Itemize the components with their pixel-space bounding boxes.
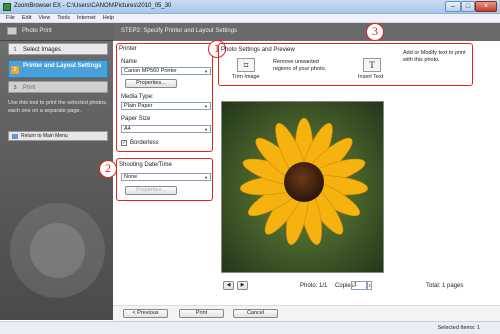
shooting-date-title: Shooting Date/Time (119, 162, 172, 168)
printer-name-select[interactable]: Canon MP560 Printer ▼ (121, 67, 211, 75)
minimize-button[interactable]: – (445, 1, 461, 12)
borderless-checkbox[interactable]: ✓ (121, 140, 127, 146)
step-print[interactable]: 3 Print (8, 81, 108, 93)
menu-bar: File Edit View Tools Internet Help (0, 14, 500, 23)
callout-2: 2 (99, 160, 117, 178)
photo-preview (221, 101, 384, 273)
media-type-select[interactable]: Plain Paper ▼ (121, 102, 211, 110)
previous-photo-button[interactable]: ◀ (223, 281, 234, 290)
close-button[interactable]: × (475, 1, 497, 12)
menu-internet[interactable]: Internet (77, 15, 96, 21)
return-icon (12, 134, 18, 139)
menu-help[interactable]: Help (103, 15, 114, 21)
trim-image-label[interactable]: Trim Image (232, 74, 260, 80)
return-label: Return to Main Menu (21, 133, 68, 139)
app-icon (3, 3, 11, 11)
chevron-down-icon: ▼ (204, 104, 208, 109)
sidebar-description: Use this tool to print the selected phot… (8, 100, 108, 114)
trim-image-description: Remove unwanted regions of your photo. (273, 59, 327, 72)
step-label: Select Images (23, 47, 62, 53)
decorative-circle (30, 223, 85, 278)
next-photo-button[interactable]: ▶ (237, 281, 248, 290)
content-area: Printer Name Canon MP560 Printer ▼ Prope… (99, 23, 500, 320)
sunflower-photo (222, 102, 383, 272)
chevron-down-icon: ▼ (204, 175, 208, 180)
printer-name-value: Canon MP560 Printer (124, 68, 177, 74)
media-type-label: Media Type: (121, 94, 154, 100)
step-label: Print (23, 85, 36, 91)
maximize-button[interactable]: □ (461, 1, 475, 12)
wizard-buttons-bar: < Previous Print Cancel (113, 305, 500, 321)
chevron-down-icon: ▼ (204, 69, 208, 74)
chevron-down-icon: ▼ (204, 127, 208, 132)
photo-settings-title: Photo Settings and Preview (221, 47, 295, 53)
status-bar: Selected Items: 1 (0, 321, 500, 334)
photo-counter: Photo: 1/1 (300, 283, 328, 289)
insert-text-label[interactable]: Insert Text (358, 74, 383, 80)
step-header-title: STEP2: Specify Printer and Layout Settin… (121, 28, 238, 34)
trim-image-icon[interactable]: ⌗ (237, 58, 255, 72)
sidebar-title: Photo Print (22, 28, 52, 34)
printer-name-label: Name (121, 59, 138, 65)
media-type-value: Plain Paper (124, 103, 153, 109)
step-label: Printer and Layout Settings (23, 63, 102, 69)
menu-view[interactable]: View (38, 15, 50, 21)
insert-text-icon[interactable]: T (363, 58, 381, 72)
sidebar: Photo Print 1 Select Images 2 Printer an… (0, 23, 113, 320)
step-number: 1 (13, 47, 17, 53)
menu-edit[interactable]: Edit (22, 15, 31, 21)
copies-spinner[interactable]: ⇕ (367, 281, 372, 290)
selected-items-status: Selected Items: 1 (437, 325, 481, 331)
paper-size-label: Paper Size (121, 116, 151, 122)
previous-button[interactable]: < Previous (123, 309, 168, 318)
callout-3: 3 (366, 23, 384, 41)
step-printer-layout[interactable]: 2 Printer and Layout Settings (8, 60, 108, 78)
borderless-label: Borderless (130, 140, 159, 146)
printer-title: Printer (119, 46, 137, 52)
cancel-button[interactable]: Cancel (233, 309, 278, 318)
title-bar: ZoomBrowser EX - C:\Users\CANON\Pictures… (0, 0, 500, 14)
shooting-properties-button[interactable]: Properties... (125, 186, 177, 195)
paper-size-value: A4 (124, 126, 131, 132)
step-number: 2 (11, 66, 19, 74)
window-title: ZoomBrowser EX - C:\Users\CANON\Pictures… (14, 3, 172, 9)
print-button[interactable]: Print (179, 309, 224, 318)
printer-icon (7, 27, 17, 35)
printer-properties-button[interactable]: Properties... (125, 79, 177, 88)
sidebar-header: Photo Print (0, 23, 113, 41)
insert-text-description: Add or Modify text to print with this ph… (403, 50, 466, 63)
step-select-images[interactable]: 1 Select Images (8, 43, 108, 55)
menu-file[interactable]: File (6, 15, 15, 21)
shooting-date-select[interactable]: None ▼ (121, 173, 211, 181)
menu-tools[interactable]: Tools (57, 15, 70, 21)
total-pages: Total: 1 pages (426, 283, 464, 289)
shooting-date-value: None (124, 174, 138, 180)
step-header: STEP2: Specify Printer and Layout Settin… (113, 23, 500, 41)
return-main-menu-button[interactable]: Return to Main Menu (8, 131, 108, 141)
step-number: 3 (13, 85, 17, 91)
paper-size-select[interactable]: A4 ▼ (121, 125, 211, 133)
copies-input[interactable]: 1 (351, 281, 367, 290)
